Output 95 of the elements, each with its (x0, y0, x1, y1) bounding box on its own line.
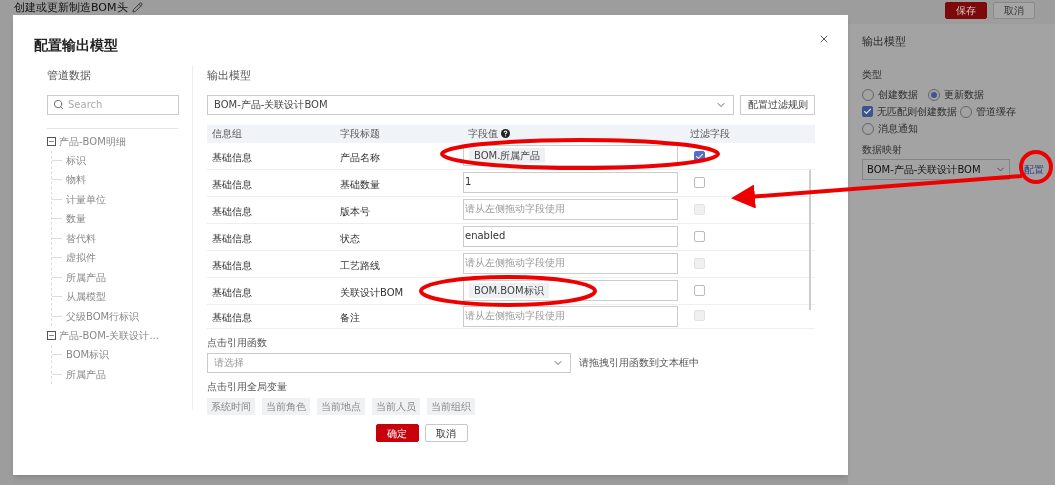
column-header: 信息组 (212, 127, 242, 141)
table-cell: 基础信息 (212, 232, 252, 244)
help-icon[interactable] (501, 129, 510, 138)
option-label: 创建数据 (878, 88, 918, 102)
section-heading: 输出模型 (207, 68, 252, 84)
checkbox[interactable] (694, 284, 705, 296)
page-button[interactable]: 取消 (993, 2, 1035, 19)
check-icon (863, 107, 872, 116)
option-label: 管道缓存 (976, 105, 1016, 119)
table-cell: 基础信息 (212, 205, 252, 217)
section-label: 点击引用函数 (207, 335, 268, 350)
column-header: 字段值 (468, 127, 498, 141)
table-cell: 产品名称 (340, 151, 380, 163)
variable-chip[interactable]: 系统时间 (207, 397, 255, 415)
model-select[interactable]: BOM-产品-关联设计BOM (207, 94, 734, 115)
tree-leaf[interactable]: BOM标识 (66, 347, 110, 363)
radio-button[interactable] (928, 88, 940, 101)
tree-leaf[interactable]: 物料 (66, 172, 86, 188)
field-placeholder: 请从左侧拖动字段使用 (465, 256, 565, 270)
check-icon (695, 151, 704, 161)
annotation-circle (1019, 150, 1053, 184)
collapse-toggle[interactable] (47, 136, 56, 146)
field-placeholder: 请从左侧拖动字段使用 (465, 202, 565, 216)
variable-chip[interactable]: 当前地点 (317, 397, 365, 415)
radio-button[interactable] (862, 88, 874, 101)
function-select[interactable]: 请选择 (207, 352, 571, 373)
option-label: 消息通知 (878, 122, 918, 136)
tree-leaf[interactable]: 所属产品 (66, 366, 106, 382)
table-cell: 基础数量 (340, 178, 380, 190)
hint-text: 请拖拽引用函数到文本框中 (579, 356, 699, 370)
field-label: 类型 (862, 67, 883, 82)
collapse-toggle[interactable] (47, 331, 56, 340)
close-icon[interactable] (818, 33, 830, 45)
table-cell: 工艺路线 (340, 259, 380, 271)
tree-leaf[interactable]: 标识 (66, 152, 86, 168)
panel-title: 输出模型 (862, 34, 907, 50)
mapping-select[interactable]: BOM-产品-关联设计BOM (862, 158, 1010, 180)
field-chip: BOM.所属产品 (469, 148, 546, 163)
filter-rules-button[interactable]: 配置过滤规则 (740, 94, 815, 115)
edit-icon[interactable] (131, 1, 143, 13)
page-title: 创建或更新制造BOM头 (14, 0, 128, 14)
checkbox[interactable] (694, 176, 705, 188)
value-field[interactable]: 请从左侧拖动字段使用 (463, 305, 678, 327)
value-field[interactable]: BOM.BOM标识 (463, 280, 678, 301)
tree-leaf[interactable]: 替代料 (66, 230, 96, 246)
field-placeholder: 请从左侧拖动字段使用 (465, 308, 565, 323)
checkbox[interactable] (862, 106, 873, 117)
variable-chip[interactable]: 当前角色 (262, 397, 310, 415)
table-cell: 备注 (340, 312, 360, 323)
table-cell: 版本号 (340, 205, 370, 217)
section-heading: 管道数据 (47, 68, 92, 84)
value-field[interactable]: 请从左侧拖动字段使用 (463, 253, 678, 274)
table-cell: 基础信息 (212, 312, 252, 323)
field-label: 数据映射 (862, 142, 903, 157)
field-value: enabled (465, 229, 506, 243)
value-field[interactable]: 请从左侧拖动字段使用 (463, 199, 678, 220)
radio-button[interactable] (862, 122, 874, 135)
tree-node[interactable]: 产品-BOM明细 (59, 133, 126, 149)
tree-leaf[interactable]: 父级BOM行标识 (66, 308, 140, 324)
radio-button[interactable] (960, 105, 972, 118)
value-field[interactable]: BOM.所属产品 (463, 145, 678, 166)
checkbox[interactable] (694, 230, 705, 242)
column-header: 字段标题 (340, 127, 380, 141)
tree-node[interactable]: 产品-BOM-关联设计... (59, 328, 159, 343)
variable-chip[interactable]: 当前人员 (372, 397, 420, 415)
dialog-button[interactable]: 取消 (424, 424, 468, 442)
table-cell: 基础信息 (212, 286, 252, 298)
search-field[interactable]: Search (47, 94, 179, 115)
tree-leaf[interactable]: 数量 (66, 211, 86, 227)
scrollbar[interactable] (809, 169, 811, 310)
option-label: 更新数据 (944, 88, 984, 102)
table-cell: 关联设计BOM (340, 286, 404, 298)
tree-leaf[interactable]: 从属模型 (66, 289, 106, 305)
variable-chip[interactable]: 当前组织 (427, 397, 475, 415)
dialog-button[interactable]: 确定 (375, 424, 419, 442)
value-field[interactable]: enabled (463, 226, 678, 247)
option-label: 无匹配则创建数据 (877, 105, 957, 119)
value-field[interactable]: 1 (463, 172, 678, 193)
field-chip: BOM.BOM标识 (469, 283, 549, 298)
table-cell: 状态 (340, 232, 360, 244)
checkbox[interactable] (694, 150, 705, 162)
tree-leaf[interactable]: 所属产品 (66, 269, 106, 285)
page-button[interactable]: 保存 (945, 2, 987, 19)
table-cell: 基础信息 (212, 151, 252, 163)
config-link[interactable]: 配置 (1024, 161, 1044, 177)
search-icon (53, 99, 64, 110)
table-cell: 基础信息 (212, 178, 252, 190)
table-cell: 基础信息 (212, 259, 252, 271)
section-label: 点击引用全局变量 (207, 379, 288, 394)
dialog-title: 配置输出模型 (34, 36, 118, 55)
tree-leaf[interactable]: 虚拟件 (66, 250, 96, 266)
tree-leaf[interactable]: 计量单位 (66, 191, 106, 207)
column-header: 过滤字段 (690, 127, 730, 141)
field-value: 1 (465, 175, 472, 189)
minus-icon (48, 332, 55, 339)
